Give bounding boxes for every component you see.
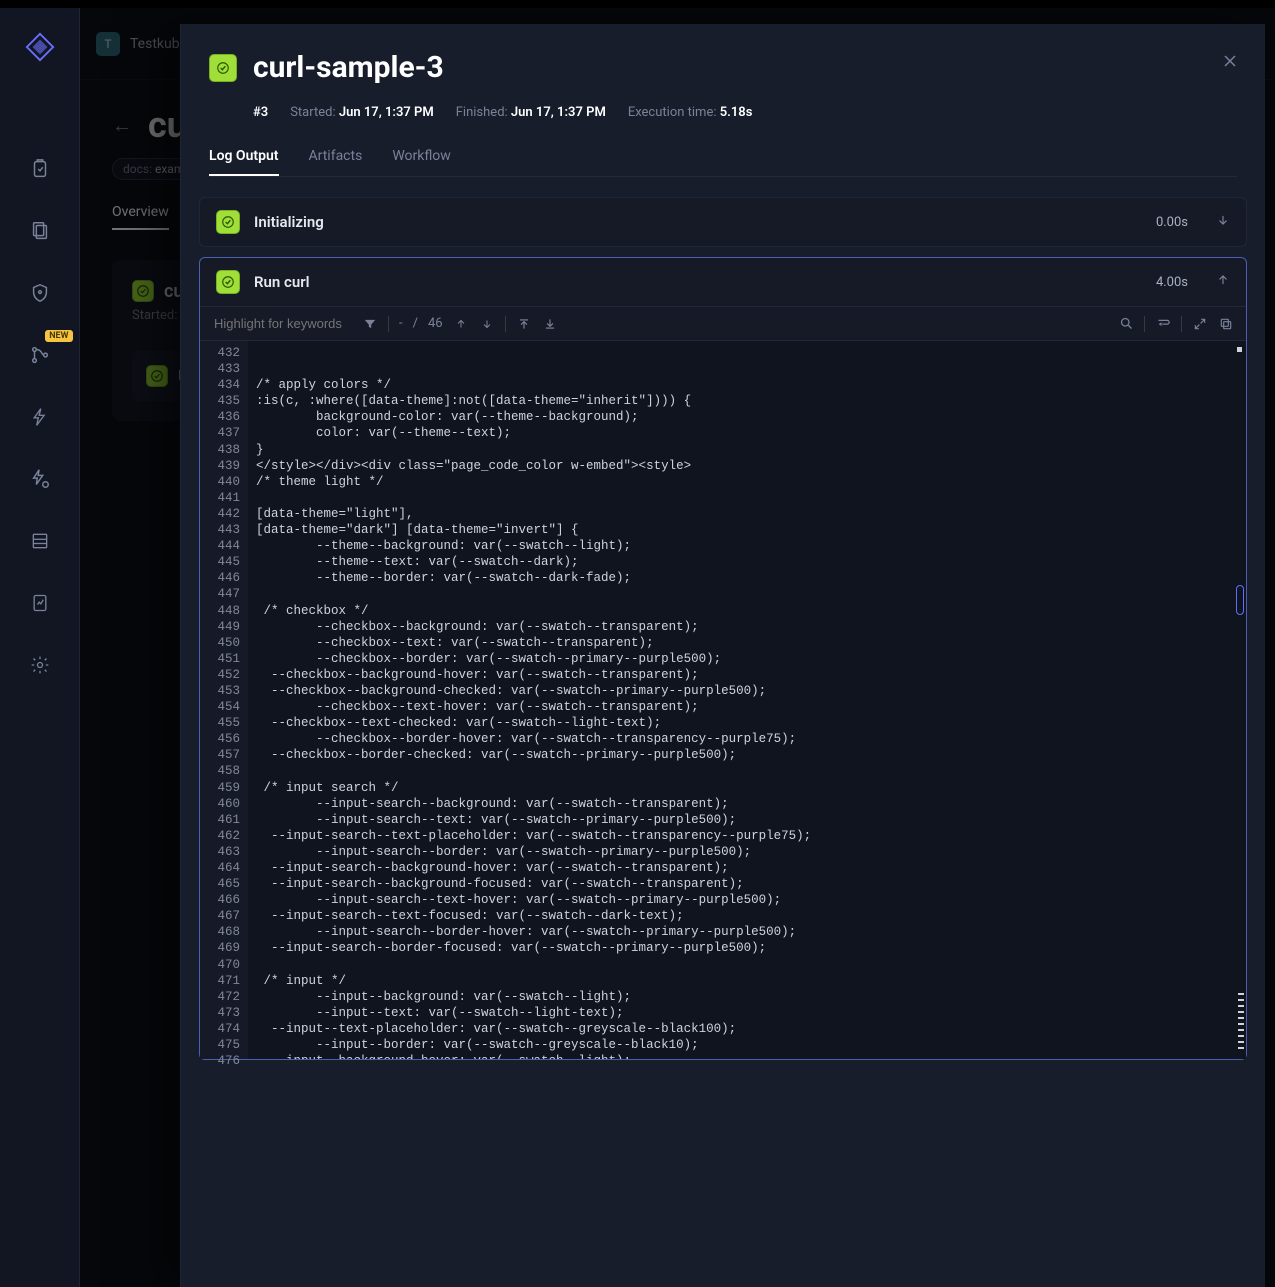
- minimap: [1234, 993, 1244, 1049]
- step-title: Run curl: [254, 273, 1142, 291]
- nav-icon-shield[interactable]: [27, 280, 53, 306]
- finished-label: Finished:: [456, 105, 508, 120]
- log-toolbar: - / 46: [200, 306, 1246, 341]
- close-icon[interactable]: [1217, 48, 1243, 74]
- scroll-rail[interactable]: [1232, 341, 1246, 1059]
- nav-icon-server[interactable]: [27, 528, 53, 554]
- finished-value: Jun 17, 1:37 PM: [511, 105, 606, 120]
- log-text[interactable]: /* apply colors */ :is(c, :where([data-t…: [248, 341, 1246, 1059]
- left-nav: [0, 8, 80, 1287]
- step-title: Initializing: [254, 213, 1142, 231]
- step-time: 4.00s: [1156, 275, 1188, 290]
- exec-time-value: 5.18s: [720, 105, 753, 120]
- execution-number: #3: [253, 105, 268, 120]
- arrow-up-icon[interactable]: [453, 316, 469, 332]
- drawer-tabs: Log Output Artifacts Workflow: [209, 148, 1237, 177]
- exec-time-label: Execution time:: [628, 105, 717, 120]
- match-position: -: [399, 316, 403, 331]
- tab-artifacts[interactable]: Artifacts: [309, 148, 363, 176]
- started-label: Started:: [290, 105, 335, 120]
- nav-icon-branches[interactable]: [27, 342, 53, 368]
- nav-icon-files[interactable]: [27, 218, 53, 244]
- search-icon[interactable]: [1118, 316, 1134, 332]
- tab-log-output[interactable]: Log Output: [209, 148, 279, 176]
- scroll-bottom-icon[interactable]: [542, 316, 558, 332]
- status-success-icon: [209, 54, 237, 82]
- step-run-curl-header[interactable]: Run curl 4.00s: [200, 258, 1246, 306]
- step-initializing-header[interactable]: Initializing 0.00s: [200, 198, 1246, 246]
- execution-drawer: curl-sample-3 #3 Started: Jun 17, 1:37 P…: [180, 24, 1265, 1287]
- expand-icon[interactable]: [1192, 316, 1208, 332]
- nav-icon-settings[interactable]: [27, 652, 53, 678]
- copy-icon[interactable]: [1218, 316, 1234, 332]
- step-time: 0.00s: [1156, 215, 1188, 230]
- filter-icon[interactable]: [362, 316, 378, 332]
- match-total: 46: [428, 316, 443, 331]
- scroll-top-icon[interactable]: [516, 316, 532, 332]
- log-line-numbers: 432 433 434 435 436 437 438 439 440 441 …: [200, 341, 248, 1059]
- step-run-curl: Run curl 4.00s - / 46: [199, 257, 1247, 1060]
- highlight-input[interactable]: [212, 315, 352, 332]
- nav-icon-clipboard[interactable]: [27, 156, 53, 182]
- logo-icon[interactable]: [23, 30, 57, 64]
- log-output: 432 433 434 435 436 437 438 439 440 441 …: [200, 341, 1246, 1059]
- nav-icon-report[interactable]: [27, 590, 53, 616]
- tab-workflow[interactable]: Workflow: [392, 148, 451, 176]
- started-value: Jun 17, 1:37 PM: [339, 105, 434, 120]
- chevron-up-icon: [1216, 273, 1230, 291]
- chevron-down-icon: [1216, 213, 1230, 231]
- execution-meta: #3 Started: Jun 17, 1:37 PM Finished: Ju…: [209, 105, 1237, 120]
- nav-icon-bolt-cog[interactable]: [27, 466, 53, 492]
- step-initializing: Initializing 0.00s: [199, 197, 1247, 247]
- scroll-thumb[interactable]: [1236, 585, 1244, 615]
- arrow-down-icon[interactable]: [479, 316, 495, 332]
- wrap-icon[interactable]: [1155, 316, 1171, 332]
- nav-icon-bolt[interactable]: [27, 404, 53, 430]
- status-success-icon: [216, 210, 240, 234]
- drawer-title: curl-sample-3: [253, 50, 444, 85]
- status-success-icon: [216, 270, 240, 294]
